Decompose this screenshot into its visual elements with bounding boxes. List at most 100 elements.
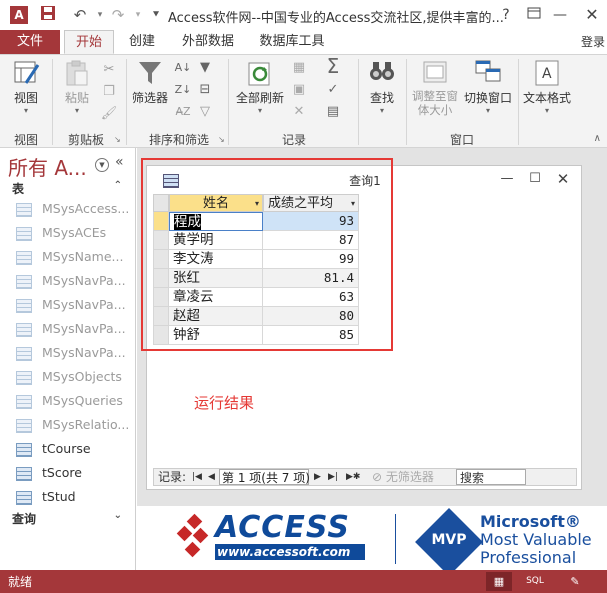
- filter-button[interactable]: 筛选器: [130, 59, 170, 106]
- highlight-box: [141, 158, 393, 351]
- view-dropdown-icon: ▾: [23, 106, 28, 115]
- delete-record-icon[interactable]: ✕: [290, 103, 308, 121]
- paste-button[interactable]: 粘贴 ▾: [58, 59, 96, 116]
- filter-status[interactable]: ⊘ 无筛选器: [372, 469, 434, 485]
- switch-window-button[interactable]: 切换窗口 ▾: [462, 59, 514, 116]
- group-label-records: 记录: [281, 133, 306, 147]
- tab-database-tools[interactable]: 数据库工具: [254, 30, 330, 54]
- sort-descending-icon[interactable]: Z↓: [174, 81, 192, 99]
- sort-ascending-icon[interactable]: A↓: [174, 59, 192, 77]
- table-icon: [16, 202, 32, 217]
- new-record-nav-icon[interactable]: ▶✱: [346, 469, 360, 485]
- nav-section-queries-label: 查询: [12, 512, 37, 526]
- logo-banner: ACCESS www.accessoft.com MVP Microsoft® …: [175, 508, 607, 576]
- tab-create[interactable]: 创建: [124, 30, 160, 54]
- record-position-input[interactable]: 第 1 项(共 7 项): [219, 469, 310, 485]
- prev-record-icon[interactable]: ◀: [208, 469, 215, 485]
- tab-file[interactable]: 文件: [0, 30, 60, 54]
- nav-header[interactable]: 所有 A...: [8, 152, 87, 181]
- collapse-ribbon-icon[interactable]: ∧: [594, 133, 601, 144]
- clipboard-launcher-icon[interactable]: ↘: [114, 135, 121, 144]
- nav-collapse-icon[interactable]: «: [115, 154, 124, 170]
- table-icon: [16, 442, 32, 457]
- redo-dropdown-icon[interactable]: ▾: [128, 5, 148, 25]
- design-view-icon[interactable]: ✎: [562, 572, 588, 591]
- nav-section-queries[interactable]: 查询 ⌄: [12, 510, 122, 527]
- svg-text:A: A: [542, 66, 552, 82]
- nav-section-tables[interactable]: 表 ⌃: [12, 180, 122, 197]
- nav-item-table[interactable]: MSysNavPa...: [16, 342, 128, 364]
- help-button[interactable]: ?: [494, 4, 518, 26]
- table-icon: [16, 274, 32, 289]
- customize-icon[interactable]: ⯆: [146, 5, 166, 25]
- tab-external-data[interactable]: 外部数据: [176, 30, 240, 54]
- view-button[interactable]: 视图 ▾: [6, 59, 46, 116]
- clear-sort-icon[interactable]: A̶Z: [174, 103, 192, 121]
- save-record-icon[interactable]: ▣: [290, 81, 308, 99]
- nav-item-table[interactable]: tStud: [16, 486, 128, 508]
- login-link[interactable]: 登录: [581, 30, 605, 54]
- window-title: Access软件网--中国专业的Access交流社区,提供丰富的...: [168, 11, 504, 26]
- no-filter-icon: ⊘: [372, 470, 386, 484]
- more-records-icon[interactable]: ▤: [324, 103, 342, 121]
- redo-icon[interactable]: ↷: [108, 5, 128, 25]
- table-icon: [16, 466, 32, 481]
- sort-filter-launcher-icon[interactable]: ↘: [218, 135, 225, 144]
- tab-home[interactable]: 开始: [64, 30, 114, 54]
- ribbon-separator: [126, 59, 127, 145]
- save-icon[interactable]: [38, 5, 58, 25]
- nav-item-table[interactable]: MSysObjects: [16, 366, 128, 388]
- query-close-button[interactable]: ✕: [553, 170, 573, 188]
- nav-item-table[interactable]: MSysName...: [16, 246, 128, 268]
- access-app-icon[interactable]: A: [10, 6, 28, 24]
- query-maximize-button[interactable]: ☐: [525, 170, 545, 188]
- cut-icon[interactable]: ✂: [100, 61, 118, 79]
- undo-dropdown-icon[interactable]: ▾: [90, 5, 110, 25]
- sql-view-button[interactable]: SQL: [522, 572, 548, 591]
- copy-icon[interactable]: ❐: [100, 83, 118, 101]
- title-bar: A ↶ ▾ ↷ ▾ ⯆ Access软件网--中国专业的Access交流社区,提…: [0, 0, 607, 30]
- nav-item-table[interactable]: MSysNavPa...: [16, 294, 128, 316]
- search-input[interactable]: 搜索: [456, 469, 526, 485]
- restore-ribbon-icon[interactable]: [522, 4, 546, 26]
- group-label-view: 视图: [13, 133, 38, 147]
- mvp-line-1: Microsoft®: [480, 512, 581, 531]
- next-record-icon[interactable]: ▶: [314, 469, 321, 485]
- advanced-filter-icon[interactable]: ⊟: [196, 81, 214, 99]
- last-record-icon[interactable]: ▶|: [328, 469, 338, 485]
- nav-item-table[interactable]: tScore: [16, 462, 128, 484]
- text-format-button[interactable]: A 文本格式 ▾: [520, 59, 574, 116]
- nav-menu-dropdown-icon[interactable]: ▼: [95, 158, 109, 172]
- status-bar: 就绪 ▦ SQL ✎: [0, 570, 607, 593]
- first-record-icon[interactable]: |◀: [192, 469, 202, 485]
- find-button[interactable]: 查找 ▾: [362, 59, 402, 116]
- datasheet-view-icon[interactable]: ▦: [486, 572, 512, 591]
- nav-item-table[interactable]: MSysACEs: [16, 222, 128, 244]
- no-filter-label: 无筛选器: [385, 470, 434, 484]
- fit-window-button[interactable]: 调整至窗体大小: [408, 59, 462, 117]
- minimize-button[interactable]: —: [548, 4, 572, 26]
- format-painter-icon[interactable]: 🖌: [100, 105, 118, 123]
- table-icon: [16, 250, 32, 265]
- nav-item-table[interactable]: MSysRelatio...: [16, 414, 129, 436]
- totals-icon[interactable]: Σ: [324, 56, 342, 76]
- refresh-all-button[interactable]: 全部刷新 ▾: [234, 59, 286, 116]
- ribbon: 视图 ▾ 视图 粘贴 ▾ ✂ ❐ 🖌 剪贴板 ↘ 筛选器 A↓ Z↓ A̶Z ▼…: [0, 54, 607, 148]
- nav-item-table[interactable]: MSysQueries: [16, 390, 128, 412]
- filter-icon: [135, 59, 165, 89]
- nav-item-table[interactable]: tCourse: [16, 438, 128, 460]
- toggle-filter-icon[interactable]: ▽: [196, 103, 214, 121]
- undo-icon[interactable]: ↶: [70, 5, 90, 25]
- table-icon: [16, 346, 32, 361]
- nav-item-table[interactable]: MSysAccess...: [16, 198, 129, 220]
- table-icon: [16, 490, 32, 505]
- nav-item-table[interactable]: MSysNavPa...: [16, 318, 128, 340]
- text-format-icon: A: [532, 59, 562, 89]
- query-minimize-button[interactable]: —: [497, 170, 517, 188]
- spelling-icon[interactable]: ✓: [324, 81, 342, 99]
- nav-item-table[interactable]: MSysNavPa...: [16, 270, 128, 292]
- new-record-icon[interactable]: ▦: [290, 59, 308, 77]
- close-button[interactable]: ✕: [580, 4, 604, 26]
- selection-filter-icon[interactable]: ▼: [196, 59, 214, 77]
- switch-window-dropdown-icon: ▾: [485, 106, 490, 115]
